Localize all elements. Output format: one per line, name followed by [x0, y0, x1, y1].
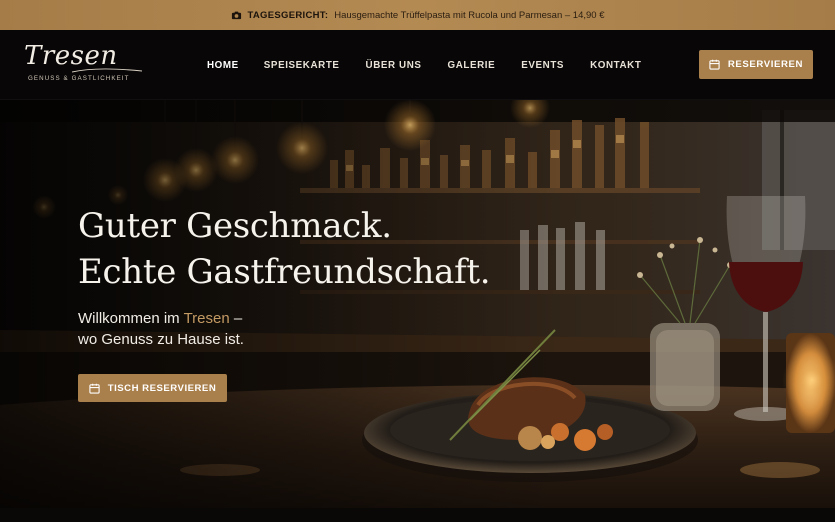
reserve-button-label: RESERVIEREN: [727, 59, 804, 70]
reserve-button[interactable]: RESERVIEREN: [699, 50, 813, 79]
camera-icon: [231, 11, 241, 19]
logo[interactable]: Tresen Genuss & Gastlichkeit: [22, 39, 142, 87]
logo-tagline: Genuss & Gastlichkeit: [28, 75, 130, 82]
calendar-icon: [709, 59, 720, 70]
hero-title: Guter Geschmack. Echte Gastfreundschaft.: [78, 203, 491, 295]
hero-sub-dash: –: [233, 310, 243, 327]
hero-sub-brand: Tresen: [183, 310, 230, 327]
site-header: Tresen Genuss & Gastlichkeit HOME SPEISE…: [0, 30, 835, 100]
logo-swash: [72, 68, 142, 73]
calendar-icon: [89, 383, 100, 394]
hero-subtitle: Willkommen im Tresen – wo Genuss zu Haus…: [78, 308, 244, 350]
nav-galerie[interactable]: GALERIE: [448, 60, 496, 71]
hero-title-line2: Echte Gastfreundschaft.: [78, 252, 491, 292]
nav-home[interactable]: HOME: [207, 60, 239, 71]
reserve-table-button[interactable]: TISCH RESERVIEREN: [78, 374, 227, 402]
main-nav: HOME SPEISEKARTE ÜBER UNS GALERIE EVENTS…: [207, 30, 667, 100]
nav-kontakt[interactable]: KONTAKT: [590, 60, 641, 71]
announcement-bar: TAGESGERICHT: Hausgemachte Trüffelpasta …: [0, 0, 835, 30]
hero-sub-prefix: Willkommen im: [78, 310, 180, 327]
hero-title-line1: Guter Geschmack.: [78, 206, 392, 246]
nav-ueber-uns[interactable]: ÜBER UNS: [366, 60, 422, 71]
reserve-table-button-label: TISCH RESERVIEREN: [107, 382, 217, 394]
hero-sub-line2: wo Genuss zu Hause ist.: [78, 331, 244, 348]
daily-dish-label: TAGESGERICHT:: [247, 9, 329, 21]
hero-section: Guter Geschmack. Echte Gastfreundschaft.…: [0, 100, 835, 522]
nav-speisekarte[interactable]: SPEISEKARTE: [264, 60, 340, 71]
nav-events[interactable]: EVENTS: [521, 60, 564, 71]
daily-dish-text: Hausgemachte Trüffelpasta mit Rucola und…: [334, 9, 605, 21]
